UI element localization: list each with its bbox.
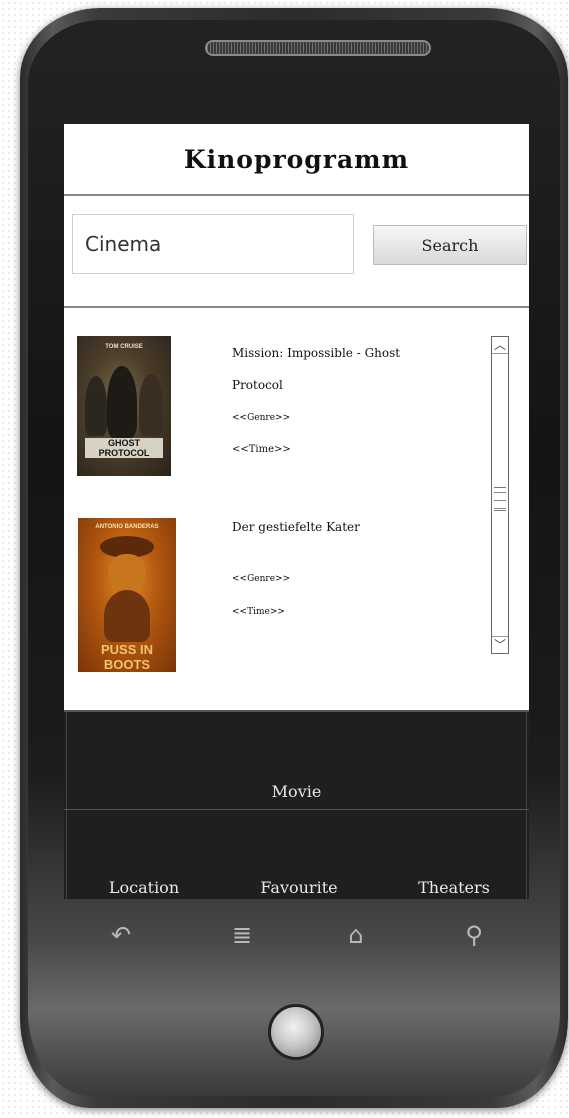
movie-list: TOM CRUISE GHOST PROTOCOL Mission: Impos…	[64, 310, 529, 708]
poster-top-text: TOM CRUISE	[105, 344, 143, 350]
divider	[64, 809, 529, 810]
movie-poster[interactable]: ANTONIO BANDERAS PUSS IN BOOTS	[78, 518, 176, 672]
nav-location[interactable]: Location	[94, 878, 194, 897]
app-screen: Kinoprogramm Cinema Search TOM CRUISE GH…	[64, 124, 529, 899]
poster-top-text: ANTONIO BANDERAS	[95, 524, 159, 530]
nav-theaters[interactable]: Theaters	[404, 878, 504, 897]
divider	[66, 712, 67, 899]
scrollbar[interactable]: ︿ ﹀	[491, 336, 509, 654]
poster-figure	[104, 590, 150, 642]
trackball-button[interactable]	[268, 1004, 324, 1060]
search-icon[interactable]: ⚲	[444, 921, 504, 949]
nav-movie[interactable]: Movie	[244, 782, 349, 801]
search-input[interactable]: Cinema	[72, 214, 354, 274]
scroll-down-icon[interactable]: ﹀	[492, 636, 508, 653]
home-icon[interactable]: ⌂	[326, 921, 386, 949]
divider	[64, 306, 529, 308]
scroll-thumb[interactable]	[494, 487, 506, 511]
movie-poster[interactable]: TOM CRUISE GHOST PROTOCOL	[77, 336, 171, 476]
movie-time: <<Time>>	[232, 444, 291, 455]
poster-title-text: GHOST PROTOCOL	[85, 438, 163, 458]
poster-figure	[108, 554, 146, 594]
menu-icon[interactable]: ≣	[212, 921, 272, 949]
back-icon[interactable]: ↶	[91, 921, 151, 949]
nav-favourite[interactable]: Favourite	[244, 878, 354, 897]
movie-title[interactable]: Mission: Impossible - Ghost	[232, 346, 400, 360]
scroll-up-icon[interactable]: ︿	[492, 337, 508, 354]
movie-time: <<Time>>	[232, 607, 285, 617]
poster-title-text: PUSS IN BOOTS	[100, 642, 153, 672]
search-button[interactable]: Search	[373, 225, 527, 265]
poster-figure	[107, 366, 137, 438]
movie-title[interactable]: Der gestiefelte Kater	[232, 520, 360, 534]
movie-genre: <<Genre>>	[232, 413, 291, 423]
movie-genre: <<Genre>>	[232, 574, 291, 584]
poster-figure	[85, 376, 107, 436]
speaker-grille	[205, 40, 431, 56]
bottom-navigation: Movie Location Favourite Theaters	[64, 710, 529, 899]
poster-figure	[139, 374, 163, 436]
hardware-keys: ↶ ≣ ⌂ ⚲	[64, 905, 529, 965]
movie-title-line2[interactable]: Protocol	[232, 378, 283, 392]
divider	[526, 712, 527, 899]
page-title: Kinoprogramm	[64, 124, 529, 196]
